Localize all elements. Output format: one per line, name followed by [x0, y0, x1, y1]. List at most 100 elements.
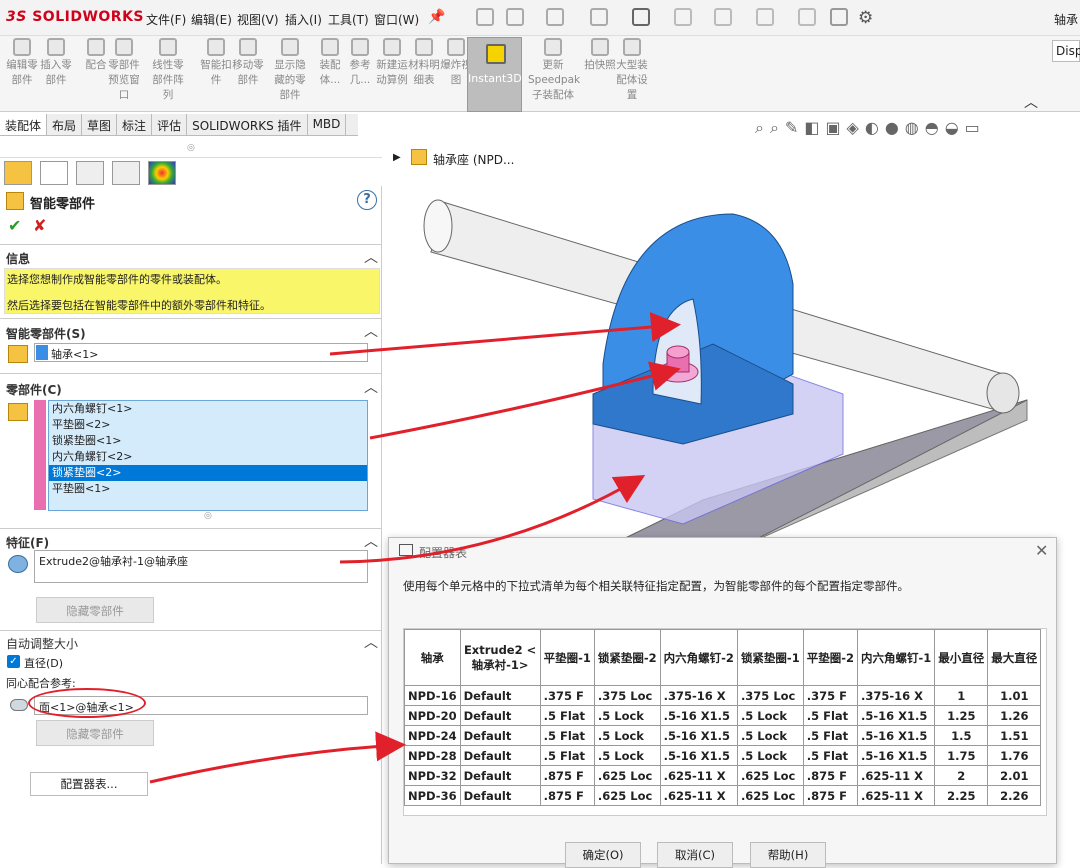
table-cell[interactable]: NPD-24 [404, 725, 461, 746]
table-cell[interactable]: 1.76 [987, 745, 1042, 766]
menu-item[interactable]: 视图(V) [237, 11, 279, 28]
display-manager-tab-icon[interactable] [148, 161, 176, 185]
configurator-table-button[interactable]: 配置器表... [30, 772, 148, 796]
tab-3[interactable]: 标注 [117, 114, 153, 135]
table-cell[interactable]: 2.26 [987, 785, 1042, 806]
collapse-info-icon[interactable]: ︿ [364, 247, 378, 267]
table-cell[interactable]: .5 Flat [802, 725, 859, 746]
features-field[interactable]: Extrude2@轴承衬-1@轴承座 [34, 550, 368, 583]
table-cell[interactable]: Default [459, 765, 541, 786]
table-cell[interactable]: .5 Lock [736, 745, 804, 766]
menu-item[interactable]: 文件(F) [146, 11, 186, 28]
cancel-x-icon[interactable]: ✘ [33, 216, 46, 235]
view-toolbar-icons[interactable]: ⌕⌕✎◧▣◈◐●◍◓◒▭ [755, 118, 986, 138]
list-item[interactable]: 内六角螺钉<2> [49, 449, 367, 465]
splitter-handle-icon[interactable]: ◎ [187, 143, 195, 153]
tab-0[interactable]: 装配体 [0, 114, 48, 135]
table-cell[interactable]: .5 Flat [539, 705, 595, 726]
diameter-checkbox[interactable]: ✓ [7, 655, 20, 668]
ok-check-icon[interactable]: ✔ [8, 216, 21, 235]
table-cell[interactable]: Default [459, 785, 541, 806]
table-cell[interactable]: Default [459, 745, 541, 766]
rebuild-icon[interactable] [798, 8, 816, 26]
table-cell[interactable]: .875 F [539, 765, 595, 786]
ribbon-button[interactable]: 显示隐藏的零部件 [270, 38, 310, 103]
table-cell[interactable]: .375 Loc [593, 685, 661, 706]
hide-components-button[interactable]: 隐藏零部件 [36, 597, 154, 623]
tree-root[interactable]: 轴承座 (NPD... [433, 151, 514, 168]
resize-handle-icon[interactable]: ◎ [204, 511, 212, 521]
table-cell[interactable]: 2 [934, 765, 989, 786]
feature-manager-tab-icon[interactable] [4, 161, 32, 185]
collapse-ribbon-icon[interactable]: ︿ [1024, 92, 1038, 112]
menu-item[interactable]: 插入(I) [285, 11, 322, 28]
table-cell[interactable]: 1.51 [987, 725, 1042, 746]
ribbon-button[interactable]: 大型装配体设置 [612, 38, 652, 103]
ribbon-button[interactable]: 零部件预览窗口 [104, 38, 144, 103]
table-cell[interactable]: 1.25 [934, 705, 989, 726]
list-item[interactable]: 锁紧垫圈<1> [49, 433, 367, 449]
table-cell[interactable]: Default [459, 685, 541, 706]
list-item[interactable]: 锁紧垫圈<2> [49, 465, 367, 481]
tab-4[interactable]: 评估 [152, 114, 188, 135]
table-cell[interactable]: .625-11 X [659, 785, 738, 806]
table-cell[interactable]: .5 Lock [593, 705, 661, 726]
pin-icon[interactable]: 📌 [428, 9, 445, 25]
home-icon[interactable] [476, 8, 494, 26]
list-item[interactable]: 平垫圈<2> [49, 417, 367, 433]
configurator-table[interactable]: 轴承 Extrude2 <轴承衬-1> 平垫圈-1 锁紧垫圈-2 内六角螺钉-2 锁紧垫圈… [404, 629, 1042, 806]
table-cell[interactable]: .875 F [539, 785, 595, 806]
table-cell[interactable]: .5 Flat [539, 745, 595, 766]
table-cell[interactable]: .5 Flat [802, 745, 859, 766]
table-cell[interactable]: 1.01 [987, 685, 1042, 706]
ribbon-button[interactable]: 插入零部件 [36, 38, 76, 88]
table-cell[interactable]: .5 Lock [736, 705, 804, 726]
table-cell[interactable]: .625 Loc [736, 765, 804, 786]
save-icon[interactable] [590, 8, 608, 26]
redo-icon[interactable] [714, 8, 732, 26]
table-cell[interactable]: NPD-16 [404, 685, 461, 706]
table-cell[interactable]: Default [459, 705, 541, 726]
table-cell[interactable]: .5-16 X1.5 [856, 745, 936, 766]
menu-item[interactable]: 编辑(E) [191, 11, 232, 28]
cancel-button[interactable]: 取消(C) [657, 842, 733, 868]
table-cell[interactable]: .5 Lock [736, 725, 804, 746]
table-cell[interactable]: .5 Lock [593, 725, 661, 746]
table-cell[interactable]: .625-11 X [856, 785, 936, 806]
new-document-icon[interactable] [506, 8, 524, 26]
collapse-components-icon[interactable]: ︿ [364, 377, 378, 397]
close-icon[interactable]: ✕ [1035, 541, 1048, 560]
property-manager-tab-icon[interactable] [40, 161, 68, 185]
table-cell[interactable]: .5-16 X1.5 [659, 745, 738, 766]
table-cell[interactable]: NPD-32 [404, 765, 461, 786]
tree-expand-icon[interactable]: ▶ [393, 152, 401, 163]
table-cell[interactable]: .875 F [802, 765, 859, 786]
table-cell[interactable]: .5 Flat [539, 725, 595, 746]
table-cell[interactable]: 2.01 [987, 765, 1042, 786]
table-cell[interactable]: .375-16 X [856, 685, 936, 706]
instant3d-button[interactable]: Instant3D [467, 37, 522, 112]
table-cell[interactable]: .875 F [802, 785, 859, 806]
dimxpert-tab-icon[interactable] [112, 161, 140, 185]
table-cell[interactable]: 1.26 [987, 705, 1042, 726]
table-cell[interactable]: .5 Flat [802, 705, 859, 726]
list-item[interactable]: 内六角螺钉<1> [49, 401, 367, 417]
menu-item[interactable]: 窗口(W) [374, 11, 419, 28]
ribbon-button[interactable]: 线性零部件阵列 [148, 38, 188, 103]
hide-components-button-2[interactable]: 隐藏零部件 [36, 720, 154, 746]
collapse-autosize-icon[interactable]: ︿ [364, 632, 378, 652]
ribbon-button[interactable]: 更新Speedpak子装配体 [528, 38, 580, 103]
table-cell[interactable]: .375 Loc [736, 685, 804, 706]
table-cell[interactable]: .5-16 X1.5 [659, 705, 738, 726]
configuration-manager-tab-icon[interactable] [76, 161, 104, 185]
file-properties-icon[interactable] [830, 8, 848, 26]
table-cell[interactable]: .375 F [802, 685, 859, 706]
gear-icon[interactable]: ⚙ [858, 8, 873, 28]
select-icon[interactable] [756, 8, 774, 26]
table-cell[interactable]: .625-11 X [659, 765, 738, 786]
ribbon-button[interactable]: 移动零部件 [228, 38, 268, 88]
table-cell[interactable]: Default [459, 725, 541, 746]
display-dropdown[interactable]: Disp [1052, 40, 1080, 62]
table-cell[interactable]: .625-11 X [856, 765, 936, 786]
table-cell[interactable]: NPD-36 [404, 785, 461, 806]
